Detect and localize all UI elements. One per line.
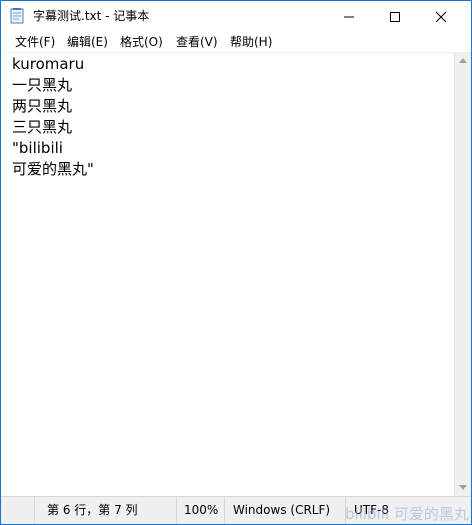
title-bar[interactable]: 字幕测试.txt - 记事本 (1, 1, 471, 32)
status-zoom: 100% (176, 497, 224, 524)
text-editor[interactable]: kuromaru 一只黑丸 两只黑丸 三只黑丸 "bilibili 可爱的黑丸" (2, 52, 454, 496)
editor-line: 可爱的黑丸" (12, 160, 94, 178)
video-watermark: bilibili 可爱的黑丸 (345, 505, 469, 523)
scroll-up-arrow-icon[interactable] (459, 58, 467, 63)
cursor-position-text: 第 6 行，第 7 列 (47, 503, 138, 517)
window-title: 字幕测试.txt - 记事本 (33, 9, 150, 23)
maximize-icon (390, 12, 400, 22)
editor-line: "bilibili (12, 139, 63, 157)
editor-line: 两只黑丸 (12, 97, 73, 115)
close-button[interactable] (418, 1, 464, 32)
status-cursor-position: 第 6 行，第 7 列 (34, 497, 176, 524)
scroll-down-arrow-icon[interactable] (459, 485, 467, 490)
editor-line: 一只黑丸 (12, 76, 73, 94)
menu-format[interactable]: 格式(O) (120, 34, 163, 50)
menu-view[interactable]: 查看(V) (176, 34, 218, 50)
notepad-icon[interactable] (10, 8, 24, 24)
status-line-ending: Windows (CRLF) (224, 497, 345, 524)
menu-file[interactable]: 文件(F) (15, 34, 55, 50)
menu-help[interactable]: 帮助(H) (230, 34, 272, 50)
editor-line: 三只黑丸 (12, 118, 73, 136)
zoom-text: 100% (184, 503, 219, 517)
menu-edit[interactable]: 编辑(E) (67, 34, 108, 50)
editor-line: kuromaru (12, 55, 85, 73)
editor-content[interactable]: kuromaru 一只黑丸 两只黑丸 三只黑丸 "bilibili 可爱的黑丸" (12, 54, 94, 180)
menu-bar: 文件(F) 编辑(E) 格式(O) 查看(V) 帮助(H) (1, 32, 471, 52)
minimize-button[interactable] (326, 1, 372, 32)
line-ending-text: Windows (CRLF) (233, 503, 331, 517)
maximize-button[interactable] (372, 1, 418, 32)
minimize-icon (344, 16, 354, 18)
vertical-scrollbar[interactable] (454, 52, 471, 496)
notepad-window: 字幕测试.txt - 记事本 文件(F) 编辑(E) 格式(O) 查看(V) 帮… (0, 0, 472, 525)
close-icon (435, 11, 447, 23)
